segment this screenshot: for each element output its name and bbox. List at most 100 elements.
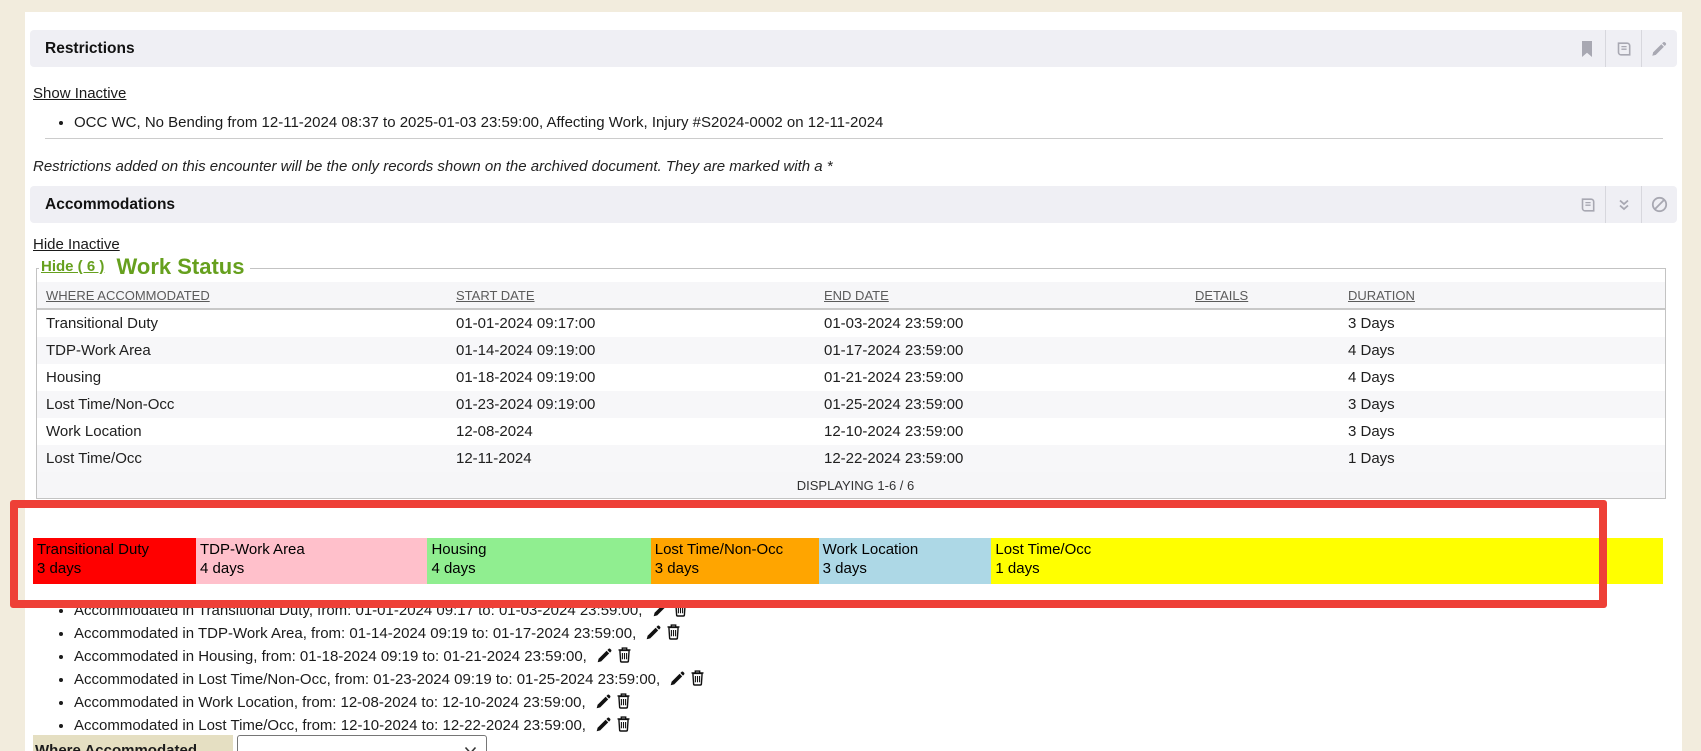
accommodation-entry-text: Accommodated in Lost Time/Occ, from: 12-… [74, 717, 590, 734]
table-body: Transitional Duty 01-01-2024 09:17:00 01… [37, 309, 1665, 472]
cell-details [1195, 364, 1348, 391]
disable-icon[interactable] [1641, 186, 1677, 223]
where-accommodated-select[interactable] [237, 735, 487, 751]
show-inactive-link[interactable]: Show Inactive [33, 85, 126, 102]
timeline-segment-days: 3 days [37, 559, 194, 578]
cell-start-date: 12-11-2024 [456, 445, 824, 472]
column-header: DETAILS [1195, 282, 1348, 309]
cell-details [1195, 391, 1348, 418]
cell-duration: 3 Days [1348, 418, 1665, 445]
cell-start-date: 01-14-2024 09:19:00 [456, 337, 824, 364]
cell-duration: 3 Days [1348, 309, 1665, 337]
accommodation-entry-text: Accommodated in TDP-Work Area, from: 01-… [74, 625, 640, 642]
book-icon[interactable] [1605, 30, 1641, 67]
column-header: END DATE [824, 282, 1195, 309]
column-sort-link[interactable]: START DATE [456, 288, 535, 303]
timeline-segment-days: 4 days [431, 559, 648, 578]
column-sort-link[interactable]: DETAILS [1195, 288, 1248, 303]
table-row: Housing 01-18-2024 09:19:00 01-21-2024 2… [37, 364, 1665, 391]
table-row: Work Location 12-08-2024 12-10-2024 23:5… [37, 418, 1665, 445]
delete-trash-icon[interactable] [617, 646, 632, 669]
cell-where-accommodated: Work Location [37, 418, 456, 445]
timeline-segment-label: Lost Time/Occ [995, 540, 1661, 559]
restriction-item: OCC WC, No Bending from 12-11-2024 08:37… [74, 113, 1633, 132]
work-status-fieldset: Hide ( 6 ) Work Status WHERE ACCOMMODATE… [36, 255, 1666, 499]
book-icon[interactable] [1569, 186, 1605, 223]
table-row: Transitional Duty 01-01-2024 09:17:00 01… [37, 309, 1665, 337]
cell-where-accommodated: Lost Time/Occ [37, 445, 456, 472]
collapse-icon[interactable] [1605, 186, 1641, 223]
table-header-row: WHERE ACCOMMODATED START DATE END DATE DETA… [37, 282, 1665, 309]
timeline-segment-label: Lost Time/Non-Occ [655, 540, 817, 559]
restrictions-title: Restrictions [30, 40, 135, 58]
column-sort-link[interactable]: DURATION [1348, 288, 1415, 303]
edit-pencil-icon[interactable] [653, 601, 669, 623]
cell-end-date: 01-25-2024 23:59:00 [824, 391, 1195, 418]
delete-trash-icon[interactable] [673, 600, 688, 623]
delete-trash-icon[interactable] [666, 623, 681, 646]
cell-start-date: 12-08-2024 [456, 418, 824, 445]
table-row: TDP-Work Area 01-14-2024 09:19:00 01-17-… [37, 337, 1665, 364]
column-sort-link[interactable]: END DATE [824, 288, 889, 303]
accommodations-header-bar: Accommodations [30, 186, 1677, 223]
edit-pencil-icon[interactable] [596, 693, 612, 715]
table-row: Lost Time/Non-Occ 01-23-2024 09:19:00 01… [37, 391, 1665, 418]
accommodation-timeline: Transitional Duty 3 days TDP-Work Area 4… [33, 538, 1663, 584]
timeline-segment[interactable]: Transitional Duty 3 days [33, 538, 196, 584]
cell-start-date: 01-23-2024 09:19:00 [456, 391, 824, 418]
restriction-list: OCC WC, No Bending from 12-11-2024 08:37… [33, 113, 1633, 132]
accommodation-entry-text: Accommodated in Work Location, from: 12-… [74, 694, 590, 711]
timeline-segment[interactable]: Housing 4 days [427, 538, 650, 584]
edit-pencil-icon[interactable] [597, 647, 613, 669]
accommodation-entry: Accommodated in Lost Time/Non-Occ, from:… [74, 669, 1633, 692]
accommodation-entry-text: Accommodated in Housing, from: 01-18-202… [74, 648, 591, 665]
cell-details [1195, 445, 1348, 472]
delete-trash-icon[interactable] [690, 669, 705, 692]
column-header: WHERE ACCOMMODATED [37, 282, 456, 309]
hide-count-link[interactable]: Hide ( 6 ) [41, 258, 104, 275]
timeline-segment-days: 3 days [823, 559, 990, 578]
timeline-segment-days: 4 days [200, 559, 425, 578]
timeline-segment-label: Transitional Duty [37, 540, 194, 559]
cell-details [1195, 418, 1348, 445]
table-row: Lost Time/Occ 12-11-2024 12-22-2024 23:5… [37, 445, 1665, 472]
cell-end-date: 01-03-2024 23:59:00 [824, 309, 1195, 337]
edit-pencil-icon[interactable] [596, 716, 612, 738]
hide-inactive-link[interactable]: Hide Inactive [33, 236, 120, 253]
bookmark-icon[interactable] [1569, 30, 1605, 67]
cell-duration: 3 Days [1348, 391, 1665, 418]
accommodation-entry: Accommodated in Transitional Duty, from:… [74, 600, 1633, 623]
accommodation-entry: Accommodated in Work Location, from: 12-… [74, 692, 1633, 715]
delete-trash-icon[interactable] [616, 692, 631, 715]
cell-start-date: 01-01-2024 09:17:00 [456, 309, 824, 337]
restrictions-divider [45, 138, 1663, 139]
cell-end-date: 01-17-2024 23:59:00 [824, 337, 1195, 364]
chevron-down-icon [464, 742, 477, 751]
timeline-segment[interactable]: Lost Time/Occ 1 days [991, 538, 1663, 584]
edit-pencil-icon[interactable] [670, 670, 686, 692]
cell-duration: 4 Days [1348, 337, 1665, 364]
accommodation-entry-text: Accommodated in Transitional Duty, from:… [74, 602, 647, 619]
timeline-segment[interactable]: TDP-Work Area 4 days [196, 538, 427, 584]
timeline-segment[interactable]: Lost Time/Non-Occ 3 days [651, 538, 819, 584]
cell-where-accommodated: TDP-Work Area [37, 337, 456, 364]
edit-pencil-icon[interactable] [646, 624, 662, 646]
accommodation-entry-text: Accommodated in Lost Time/Non-Occ, from:… [74, 671, 664, 688]
displaying-row: DISPLAYING 1-6 / 6 [37, 472, 1665, 498]
timeline-segment-label: TDP-Work Area [200, 540, 425, 559]
accommodation-list: Accommodated in Transitional Duty, from:… [33, 600, 1633, 738]
column-sort-link[interactable]: WHERE ACCOMMODATED [46, 288, 210, 303]
cell-end-date: 12-10-2024 23:59:00 [824, 418, 1195, 445]
delete-trash-icon[interactable] [616, 715, 631, 738]
cell-duration: 4 Days [1348, 364, 1665, 391]
pencil-icon[interactable] [1641, 30, 1677, 67]
timeline-segment[interactable]: Work Location 3 days [819, 538, 992, 584]
restrictions-header-icons [1569, 30, 1677, 67]
add-accommodation-form: Where Accommodated [33, 735, 487, 751]
accommodations-title: Accommodations [30, 196, 175, 214]
cell-end-date: 12-22-2024 23:59:00 [824, 445, 1195, 472]
content-panel: Restrictions Show Inactive OCC WC, No Be… [25, 12, 1682, 751]
work-status-legend: Hide ( 6 ) Work Status [39, 255, 250, 282]
displaying-count: DISPLAYING 1-6 / 6 [37, 472, 1665, 498]
where-accommodated-label: Where Accommodated [33, 735, 233, 751]
